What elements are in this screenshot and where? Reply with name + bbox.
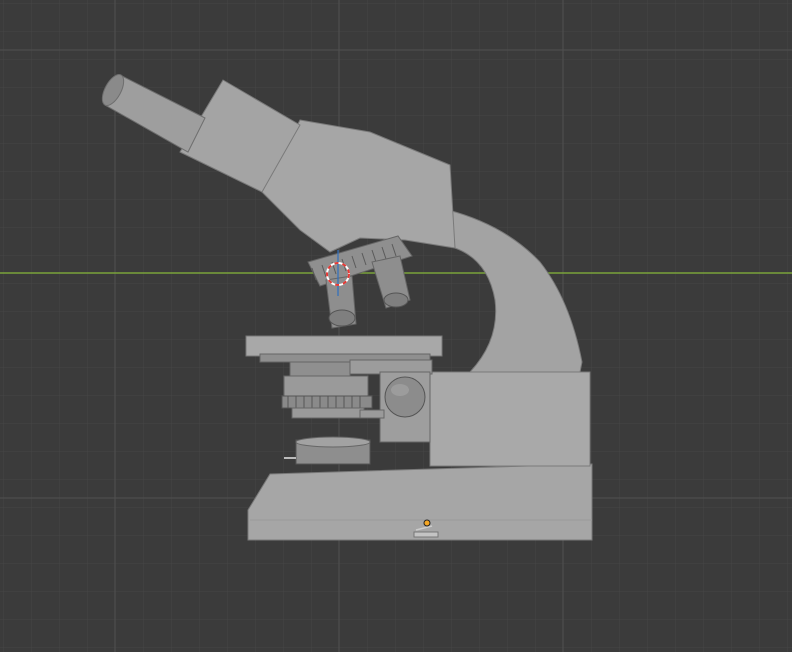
object-origin[interactable] [423, 519, 431, 527]
base-switch [413, 531, 439, 538]
condenser-ring [283, 375, 369, 399]
viewport-canvas[interactable] [0, 0, 792, 652]
microscope-pillar [429, 371, 591, 467]
microscope-stage [245, 335, 443, 357]
focus-knob [384, 376, 426, 418]
3d-viewport[interactable] [0, 0, 792, 652]
